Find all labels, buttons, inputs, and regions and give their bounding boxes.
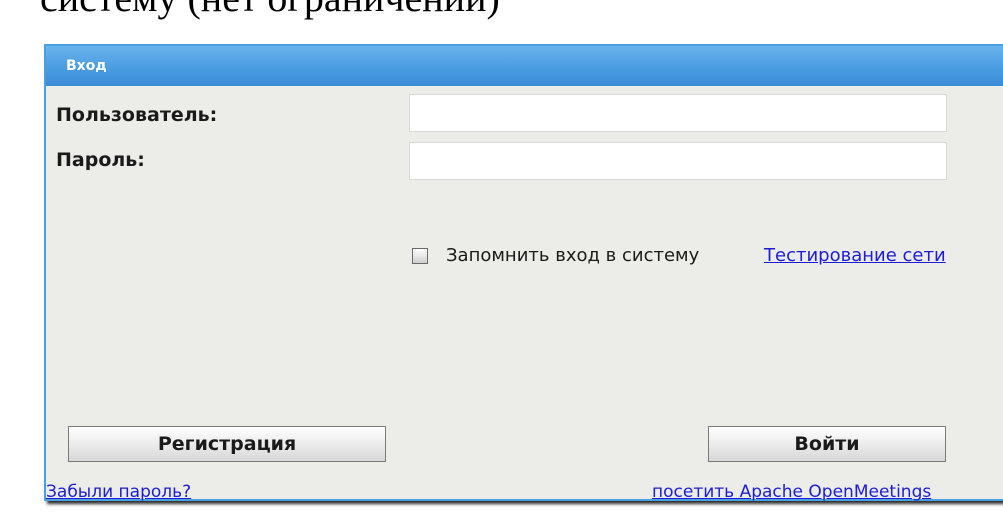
remember-checkbox[interactable] [412, 248, 428, 264]
network-test-link[interactable]: Тестирование сети [764, 245, 946, 266]
remember-label: Запомнить вход в систему [446, 245, 700, 266]
login-button[interactable]: Войти [708, 426, 946, 462]
dialog-title: Вход [66, 58, 107, 74]
register-button[interactable]: Регистрация [68, 426, 386, 462]
username-label: Пользователь: [56, 104, 218, 126]
dialog-title-bar: Вход [46, 46, 1003, 86]
login-dialog: Вход Пользователь: Пароль: Запомнить вхо… [44, 44, 1003, 502]
visit-openmeetings-link[interactable]: посетить Apache OpenMeetings [652, 482, 931, 502]
background-partial-text: систему (нет ограничений) [40, 0, 500, 18]
forgot-password-link[interactable]: Забыли пароль? [46, 482, 191, 502]
password-label: Пароль: [56, 149, 145, 171]
password-input[interactable] [409, 142, 947, 180]
username-input[interactable] [409, 94, 947, 132]
